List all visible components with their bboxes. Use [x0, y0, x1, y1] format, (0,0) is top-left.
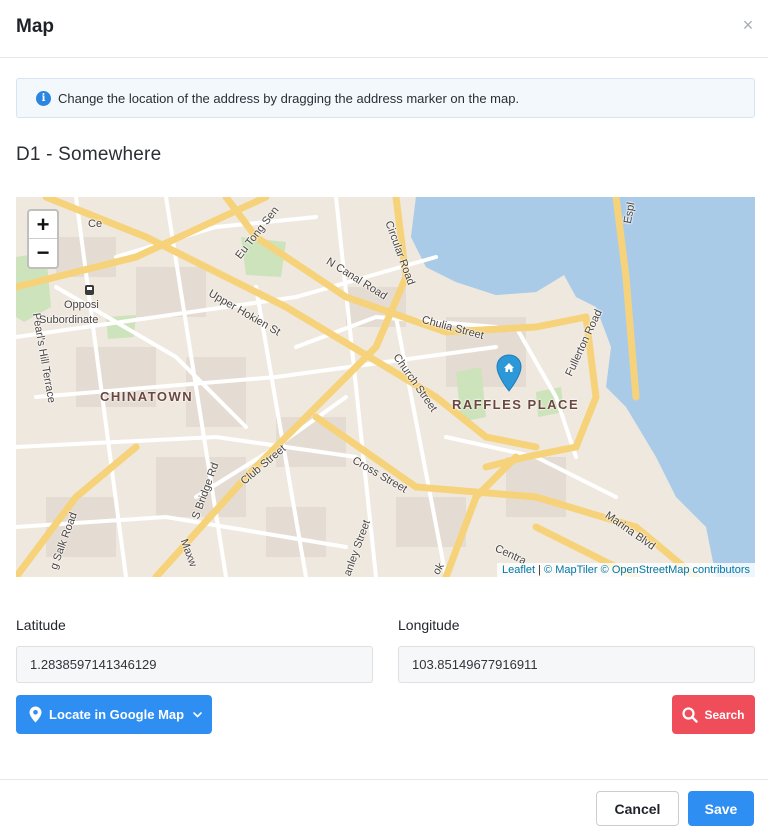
latitude-input[interactable]: 1.2838597141346129 — [16, 646, 373, 683]
map-tiles — [16, 197, 755, 577]
map-marker-icon[interactable] — [496, 354, 522, 392]
info-icon: i — [36, 90, 51, 106]
attribution-separator: | — [535, 564, 545, 576]
longitude-input[interactable]: 103.85149677916911 — [398, 646, 755, 683]
maptiler-link[interactable]: © MapTiler — [544, 564, 598, 576]
area-label: CHINATOWN — [100, 389, 194, 404]
map-pin-icon — [29, 706, 42, 723]
longitude-label: Longitude — [398, 617, 460, 633]
map-attribution: Leaflet | © MapTiler © OpenStreetMap con… — [497, 563, 755, 577]
zoom-control: + − — [27, 209, 59, 269]
info-alert: i Change the location of the address by … — [16, 78, 755, 118]
street-label: Ce — [88, 218, 103, 230]
search-label: Search — [704, 707, 745, 722]
save-button[interactable]: Save — [688, 791, 754, 826]
map-view[interactable]: + − CHINATOWN RAFFLES PLACE Eu Tong Sen … — [16, 197, 755, 577]
leaflet-link[interactable]: Leaflet — [502, 564, 535, 576]
close-icon[interactable]: × — [740, 15, 756, 35]
address-title: D1 - Somewhere — [16, 144, 162, 165]
locate-google-map-button[interactable]: Locate in Google Map — [16, 695, 212, 734]
latitude-label: Latitude — [16, 617, 66, 633]
zoom-out-button[interactable]: − — [29, 239, 57, 267]
modal-header: Map × — [0, 0, 768, 58]
modal-title: Map — [16, 16, 54, 37]
zoom-in-button[interactable]: + — [29, 211, 57, 239]
info-text: Change the location of the address by dr… — [58, 90, 520, 106]
chevron-down-icon — [193, 711, 202, 718]
cancel-button[interactable]: Cancel — [596, 791, 679, 826]
street-label: Subordinate — [39, 314, 99, 326]
search-icon — [682, 706, 699, 723]
street-label: Opposi — [64, 299, 99, 311]
search-button[interactable]: Search — [672, 695, 755, 734]
locate-google-map-label: Locate in Google Map — [49, 707, 185, 722]
osm-link[interactable]: © OpenStreetMap contributors — [601, 564, 750, 576]
area-label: RAFFLES PLACE — [452, 397, 580, 412]
